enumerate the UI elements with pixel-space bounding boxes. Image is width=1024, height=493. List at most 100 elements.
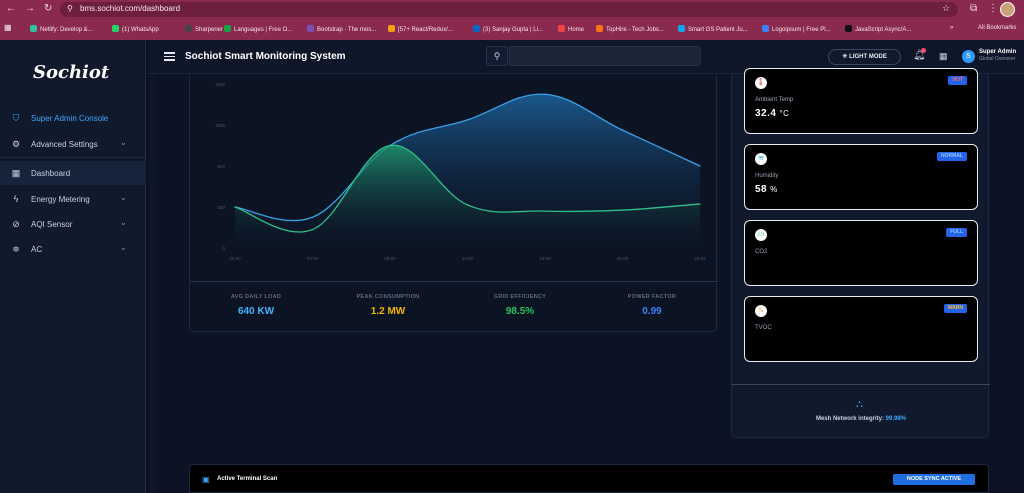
terminal-icon: ▣ — [202, 475, 210, 484]
search-icon[interactable]: ⚲ — [486, 46, 508, 66]
bookmark-item[interactable]: Bootstrap · The mos... — [307, 25, 376, 33]
status-badge: FULL — [946, 228, 967, 237]
sensor-card-ambient-temp[interactable]: 🌡 HOT Ambient Temp 32.4 °C — [744, 68, 978, 134]
series-1-point — [389, 144, 391, 147]
series-1-point — [234, 206, 236, 208]
sensor-label: CO2 — [755, 249, 768, 255]
sensor-card-co2[interactable]: ▭ FULL CO2 — [744, 220, 978, 286]
series-1-point — [621, 209, 624, 211]
stat-peak-consumption: PEAK CONSUMPTION 1.2 MW — [322, 294, 454, 317]
bookmark-favicon-icon — [224, 25, 231, 32]
bookmark-label: Bootstrap · The mos... — [317, 27, 377, 33]
extensions-icon[interactable]: ⧉ — [970, 3, 977, 14]
content-scrollbar[interactable] — [150, 74, 156, 493]
bookmark-label: (1) WhatsApp — [122, 27, 159, 33]
chevron-down-icon: ⌄ — [120, 138, 127, 147]
bookmark-item[interactable]: Languages | Free O... — [224, 25, 292, 33]
light-mode-button[interactable]: ☀ LIGHT MODE — [828, 49, 901, 65]
energy-area-chart: 1600 1200 800 400 0 00:00 04:00 08:00 12:00 16:00… — [215, 82, 706, 261]
site-info-icon[interactable]: ⚲ — [67, 4, 73, 13]
bookmark-favicon-icon — [762, 25, 769, 32]
bookmark-label: Smart GS Patient Ju... — [688, 27, 748, 33]
chevron-down-icon: ⌄ — [120, 193, 127, 202]
sidebar-item-aqi-sensor[interactable]: ⊘ AQI Sensor ⌄ — [0, 212, 146, 236]
more-bookmarks-icon[interactable]: » — [950, 25, 953, 31]
status-badge: HOT — [948, 76, 967, 85]
reload-icon[interactable]: ↻ — [44, 3, 52, 14]
stat-label: AVG DAILY LOAD — [230, 294, 282, 300]
series-0-point — [699, 165, 701, 167]
sidebar-item-ac[interactable]: ≑ AC ⌄ — [0, 237, 146, 261]
series-0-point — [466, 119, 469, 121]
sensor-unit: % — [770, 185, 778, 194]
sidebar-item-advanced-settings[interactable]: ⚙ Advanced Settings ⌄ — [0, 132, 146, 156]
sensor-unit: °C — [779, 109, 790, 118]
bookmark-favicon-icon — [30, 25, 37, 32]
apps-grid-icon[interactable]: ▦ — [4, 23, 12, 32]
bookmark-item[interactable]: Logoipsum | Free Pl... — [762, 25, 831, 33]
y-tick-label: 800 — [217, 164, 225, 169]
status-badge: NORMAL — [937, 152, 967, 161]
mesh-network-status: Mesh Network integrity: 99.98% — [732, 416, 990, 422]
sensor-value-number: 58 — [755, 184, 768, 195]
x-tick-label: 20:00 — [617, 256, 629, 261]
y-tick-label: 400 — [217, 205, 225, 210]
terminal-title: Active Terminal Scan — [217, 476, 278, 482]
bookmark-item[interactable]: Netlify: Develop &... — [30, 25, 93, 33]
bookmark-item[interactable]: Sharpener — [185, 25, 223, 33]
stats-divider — [190, 281, 718, 282]
apps-grid-icon[interactable]: ▦ — [939, 51, 948, 62]
sidebar-divider — [0, 157, 146, 158]
stat-value: 1.2 MW — [370, 306, 406, 317]
address-bar[interactable]: ⚲ bms.sochiot.com/dashboard ☆ — [60, 2, 958, 17]
forward-arrow-icon[interactable]: → — [25, 3, 35, 14]
all-bookmarks-link[interactable]: All Bookmarks — [978, 25, 1016, 31]
water-waves-icon: ≋ — [755, 153, 767, 165]
gear-icon: ⚙ — [11, 139, 21, 149]
user-name[interactable]: Super Admin — [979, 49, 1016, 55]
bookmark-item[interactable]: (3) Sanjay Gupta | Li... — [473, 25, 543, 33]
sidebar-item-dashboard[interactable]: ▦ Dashboard — [0, 161, 146, 185]
x-tick-label: 00:00 — [229, 256, 241, 261]
bookmark-item[interactable]: (1) WhatsApp — [112, 25, 159, 33]
bookmark-favicon-icon — [185, 25, 192, 32]
series-1-point — [311, 228, 314, 231]
bookmark-favicon-icon — [596, 25, 603, 32]
bookmark-item[interactable]: TopHire - Tech Jobs... — [596, 25, 664, 33]
series-0-point — [544, 93, 546, 96]
bookmark-item[interactable]: Smart GS Patient Ju... — [678, 25, 748, 33]
stat-label: GRID EFFICIENCY — [493, 294, 547, 300]
grid-icon: ▦ — [11, 168, 21, 178]
stat-label: PEAK CONSUMPTION — [356, 294, 420, 300]
sensor-value: 58% — [755, 184, 778, 195]
sidebar-item-super-admin-console[interactable]: ⛉ Super Admin Console — [0, 106, 146, 130]
bookmark-favicon-icon — [473, 25, 480, 32]
back-arrow-icon[interactable]: ← — [6, 3, 16, 14]
stat-value: 0.99 — [642, 306, 662, 317]
bookmark-item[interactable]: JavaScript Async/A... — [845, 25, 911, 33]
bookmark-star-icon[interactable]: ☆ — [942, 3, 950, 14]
bookmark-item[interactable]: Home — [558, 25, 584, 33]
node-sync-badge: NODE SYNC ACTIVE — [893, 474, 975, 485]
sensor-label: Humidity — [755, 173, 779, 179]
bookmark-label: JavaScript Async/A... — [855, 27, 912, 33]
sidebar-item-energy-metering[interactable]: ϟ Energy Metering ⌄ — [0, 187, 146, 211]
sensor-panel: 🌡 HOT Ambient Temp 32.4 °C ≋ NORMAL Humidity 58%… — [731, 68, 990, 438]
browser-profile-avatar[interactable] — [1000, 2, 1015, 17]
bookmark-favicon-icon — [112, 25, 119, 32]
hamburger-menu-icon[interactable] — [164, 52, 175, 61]
sidebar: Sochiot ⛉ Super Admin Console ⚙ Advanced Se… — [0, 40, 146, 493]
sidebar-item-label: Energy Metering — [31, 195, 90, 204]
menu-dots-icon[interactable]: ⋮ — [988, 3, 998, 14]
thermometer-icon: 🌡 — [755, 77, 767, 89]
network-nodes-icon: ⛬ — [856, 399, 863, 410]
sensor-card-tvoc[interactable]: ∿ WARN TVOC — [744, 296, 978, 362]
series-1-point — [699, 203, 701, 205]
bookmark-item[interactable]: [57+ React/Redux/... — [388, 25, 453, 33]
sensor-card-humidity[interactable]: ≋ NORMAL Humidity 58% — [744, 144, 978, 210]
pulse-icon: ∿ — [755, 305, 767, 317]
user-avatar[interactable]: S — [962, 50, 975, 63]
search-input[interactable] — [509, 46, 701, 66]
chevron-down-icon: ⌄ — [120, 218, 127, 227]
battery-icon: ▭ — [755, 229, 767, 241]
